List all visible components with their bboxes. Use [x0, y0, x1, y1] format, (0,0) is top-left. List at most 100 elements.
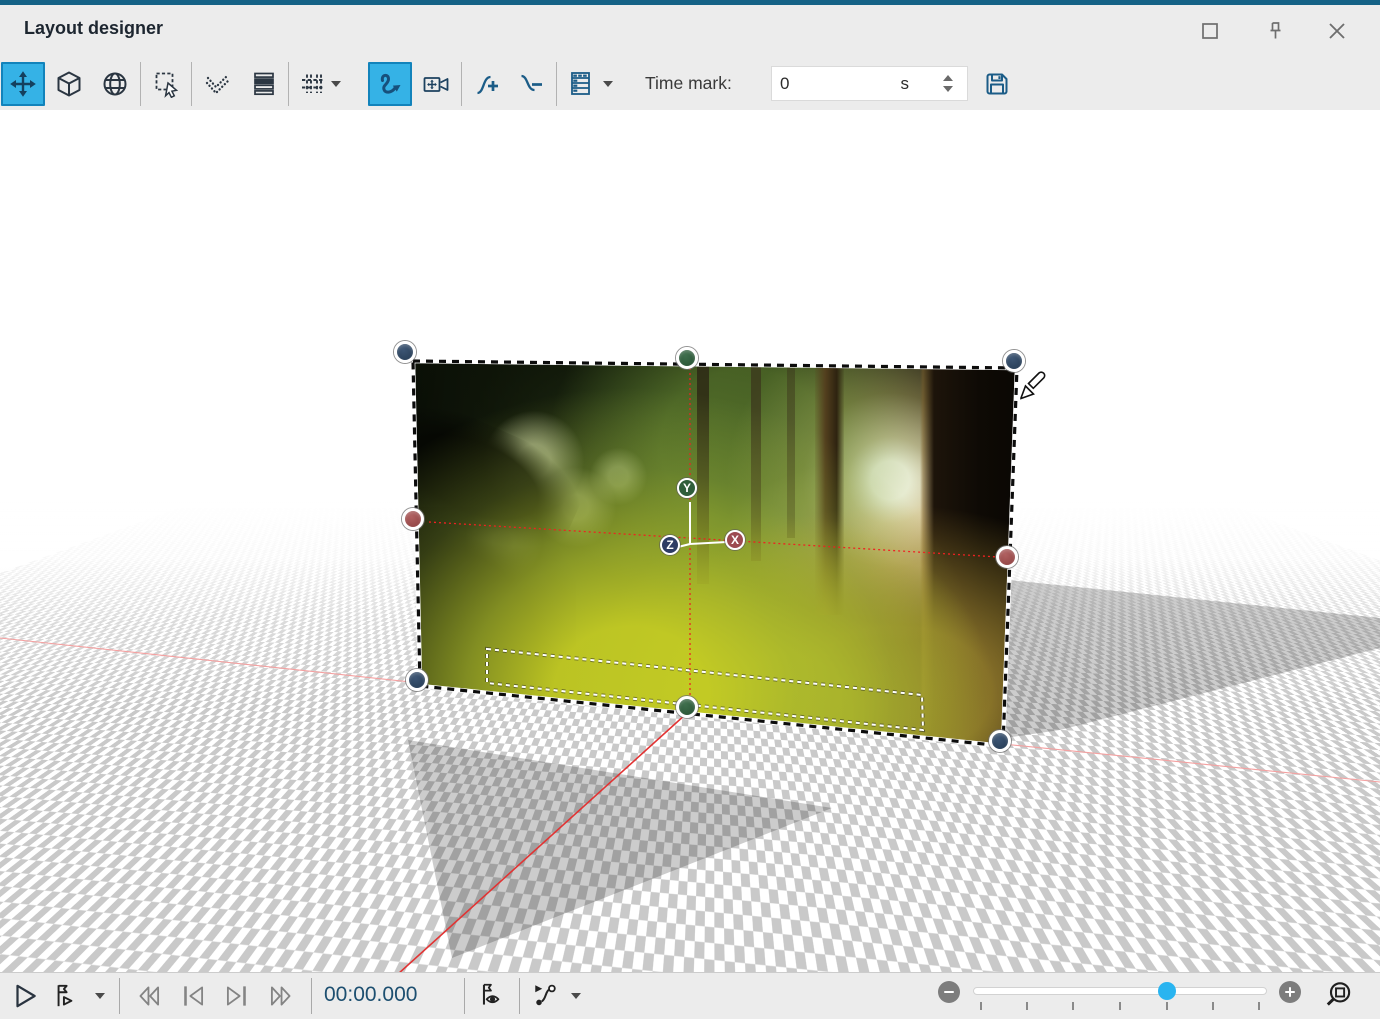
play-from-marker-button[interactable]: [50, 981, 80, 1011]
time-mark-input[interactable]: [772, 73, 892, 95]
time-mark-spinner[interactable]: [943, 75, 953, 92]
keyframe-table-icon: [567, 70, 595, 98]
keyframe-table-button[interactable]: [562, 62, 632, 106]
move-tool-button[interactable]: [1, 62, 45, 106]
camera-view-tool-button[interactable]: [414, 62, 458, 106]
axis-handle-z[interactable]: Z: [660, 535, 680, 555]
close-button[interactable]: [1321, 15, 1353, 47]
select-icon: [153, 70, 181, 98]
motion-path-icon: [376, 70, 404, 98]
zoom-slider-track[interactable]: [973, 987, 1267, 995]
zoom-fit-icon: [1323, 979, 1355, 1011]
globe-tool-button[interactable]: [93, 62, 137, 106]
play-from-marker-icon: [50, 981, 80, 1011]
spinner-up-icon[interactable]: [943, 75, 953, 81]
zoom-fit-button[interactable]: [1322, 978, 1356, 1012]
handle-bottom-left[interactable]: [406, 669, 428, 691]
accent-bar: [0, 0, 1380, 5]
window-title: Layout designer: [24, 18, 163, 39]
toolbar-separator: [461, 62, 462, 106]
fast-forward-icon: [266, 981, 296, 1011]
toolbar-separator: [556, 62, 557, 106]
handle-top-center[interactable]: [676, 347, 698, 369]
bar-separator: [311, 978, 312, 1014]
save-button[interactable]: [975, 62, 1019, 106]
time-display: 00:00.000: [324, 983, 417, 1007]
minus-icon: [944, 991, 954, 993]
add-keyframe-icon: [474, 70, 502, 98]
handle-top-left[interactable]: [394, 341, 416, 363]
forest-moss: [413, 361, 1017, 746]
bar-separator: [464, 978, 465, 1014]
save-icon: [983, 70, 1011, 98]
slider-tick: [1166, 1002, 1168, 1010]
spinner-down-icon[interactable]: [943, 86, 953, 92]
smooth-points-tool-button[interactable]: [196, 62, 240, 106]
slider-tick: [1072, 1002, 1074, 1010]
handle-bottom-right[interactable]: [989, 730, 1011, 752]
close-icon: [1325, 19, 1349, 43]
select-tool-button[interactable]: [145, 62, 189, 106]
remove-keyframe-icon: [518, 70, 546, 98]
pin-button[interactable]: [1259, 15, 1291, 47]
maximize-button[interactable]: [1194, 15, 1226, 47]
dotted-curve-icon: [204, 70, 232, 98]
bar-separator: [119, 978, 120, 1014]
show-marker-button[interactable]: [477, 981, 507, 1011]
zoom-out-button[interactable]: [938, 981, 960, 1003]
grid-dropdown-caret[interactable]: [331, 81, 341, 87]
layout-canvas[interactable]: Y Z X: [0, 110, 1380, 972]
preview-options-caret[interactable]: [571, 993, 581, 999]
maximize-icon: [1198, 19, 1222, 43]
skip-end-icon: [222, 981, 252, 1011]
axis-handle-y[interactable]: Y: [677, 478, 697, 498]
time-mark-unit: s: [901, 74, 910, 94]
preview-motion-path-button[interactable]: [531, 981, 561, 1011]
time-mark-label: Time mark:: [645, 73, 732, 94]
axis-handle-x[interactable]: X: [725, 530, 745, 550]
handle-top-right[interactable]: [1003, 350, 1025, 372]
time-mark-field[interactable]: s: [771, 66, 968, 101]
slider-tick: [1026, 1002, 1028, 1010]
zoom-slider-thumb[interactable]: [1158, 982, 1176, 1000]
move-icon: [9, 70, 37, 98]
axis-x-label: X: [731, 533, 739, 547]
axis-z-label: Z: [666, 538, 673, 552]
marker-eye-icon: [477, 981, 507, 1011]
layout-designer-window: Layout designer: [0, 0, 1380, 1019]
toolbar-separator: [140, 62, 141, 106]
rewind-button[interactable]: [134, 981, 164, 1011]
slider-tick: [1258, 1002, 1260, 1010]
pin-icon: [1263, 19, 1287, 43]
play-button[interactable]: [10, 981, 40, 1011]
globe-icon: [101, 70, 129, 98]
skip-to-start-button[interactable]: [178, 981, 208, 1011]
slider-tick: [1212, 1002, 1214, 1010]
remove-keyframe-button[interactable]: [510, 62, 554, 106]
handle-middle-left[interactable]: [402, 508, 424, 530]
zoom-in-button[interactable]: [1279, 981, 1301, 1003]
plus-icon-v: [1289, 987, 1291, 997]
keyframe-table-dropdown-caret[interactable]: [603, 81, 613, 87]
grid-icon: [299, 70, 327, 98]
skip-to-end-button[interactable]: [222, 981, 252, 1011]
add-keyframe-button[interactable]: [466, 62, 510, 106]
play-options-caret[interactable]: [95, 993, 105, 999]
layers-icon: [250, 70, 278, 98]
handle-bottom-center[interactable]: [676, 696, 698, 718]
selected-image[interactable]: [413, 361, 1017, 746]
slider-tick: [1119, 1002, 1121, 1010]
motion-path-tool-button[interactable]: [368, 62, 412, 106]
curve-play-icon: [531, 981, 561, 1011]
axis-y-label: Y: [683, 481, 691, 495]
skip-start-icon: [178, 981, 208, 1011]
bar-separator: [519, 978, 520, 1014]
fast-forward-button[interactable]: [266, 981, 296, 1011]
grid-tool-button[interactable]: [294, 62, 352, 106]
handle-middle-right[interactable]: [996, 546, 1018, 568]
layers-tool-button[interactable]: [242, 62, 286, 106]
cube-3d-tool-button[interactable]: [47, 62, 91, 106]
playback-bar: 00:00.000: [0, 972, 1380, 1019]
toolbar-separator: [288, 62, 289, 106]
play-icon: [10, 981, 40, 1011]
